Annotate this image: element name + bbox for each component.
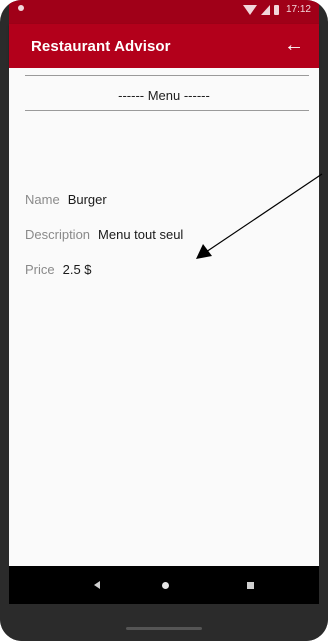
- description-label: Description: [25, 227, 91, 242]
- bottom-divider: [25, 110, 309, 111]
- status-icons: 17:12: [242, 4, 311, 15]
- nav-home-icon[interactable]: [157, 577, 173, 593]
- wifi-icon: [242, 4, 257, 15]
- price-value: 2.5 $: [62, 262, 92, 277]
- price-row: Price 2.5 $: [25, 262, 92, 277]
- description-value: Menu tout seul: [98, 227, 184, 242]
- top-divider: [25, 75, 309, 76]
- status-bar: 17:12: [9, 0, 319, 24]
- status-time: 17:12: [285, 4, 311, 15]
- phone-chin: [0, 604, 328, 641]
- signal-icon: [260, 4, 270, 15]
- speaker-grille: [126, 627, 202, 630]
- system-nav-bar: [9, 566, 319, 604]
- app-bar: Restaurant Advisor ←: [9, 24, 319, 68]
- name-row: Name Burger: [25, 192, 107, 207]
- nav-recents-icon[interactable]: [242, 577, 258, 593]
- name-label: Name: [25, 192, 60, 207]
- notification-dot-icon: [18, 5, 24, 11]
- app-title: Restaurant Advisor: [31, 38, 171, 55]
- price-label: Price: [25, 262, 55, 277]
- back-arrow-icon[interactable]: ←: [281, 32, 307, 58]
- battery-icon: [273, 4, 279, 15]
- menu-detail-content: ------ Menu ------ Name Burger Descriptio…: [9, 68, 319, 566]
- description-row: Description Menu tout seul: [25, 227, 183, 242]
- section-title: ------ Menu ------: [118, 88, 210, 103]
- phone-frame: 17:12 Restaurant Advisor ← ------ Menu -…: [0, 0, 328, 641]
- nav-back-icon[interactable]: [89, 577, 105, 593]
- name-value: Burger: [67, 192, 107, 207]
